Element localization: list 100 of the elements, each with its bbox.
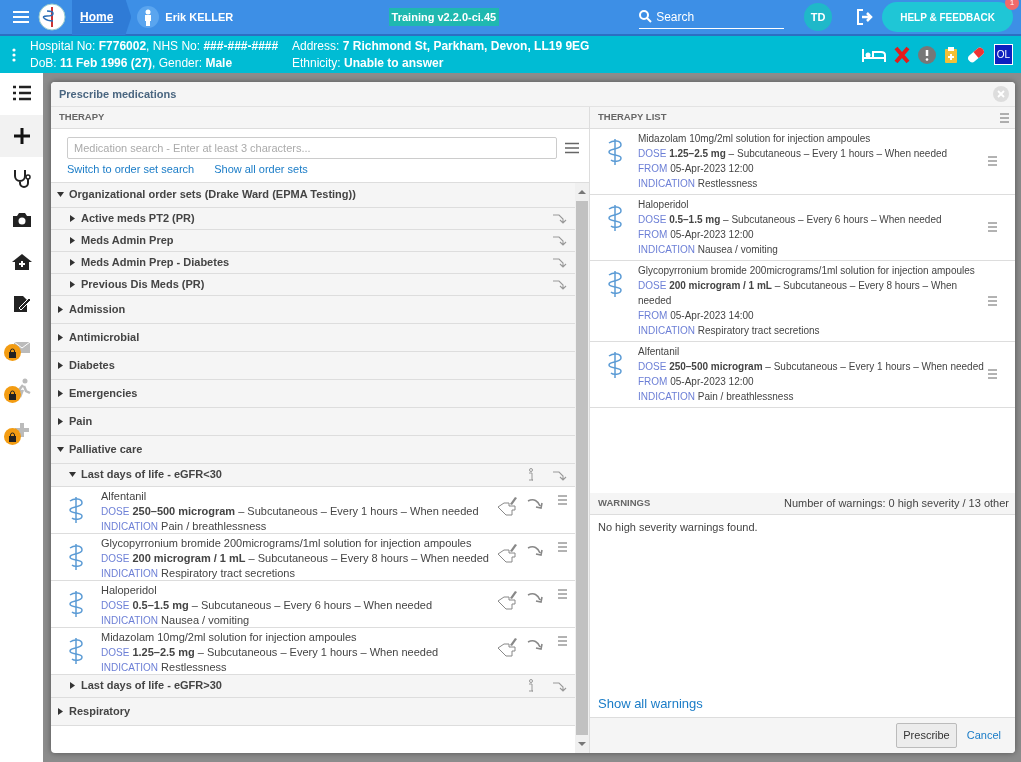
caret-icon[interactable] [57, 305, 64, 313]
info-icon[interactable] [527, 468, 535, 481]
bed-icon [861, 46, 886, 63]
patient-detail: Hospital No: F776002, NHS No: ###-###-#### [30, 37, 280, 55]
section-header: WARNINGS [598, 496, 651, 511]
therapy-item[interactable]: Midazolam 10mg/2ml solution for injection ampoules DOSE 1.25–2.5 mg – Subcutaneous – Every 1 hours – When needed FROM 05-Apr-2023 12:00 INDICATION Restlessness [590, 129, 1015, 195]
medication-name: Haloperidol [638, 198, 690, 212]
medication-name: Haloperidol [101, 582, 158, 598]
patient-detail: Address: 7 Richmond St, Parkham, Devon, LL19 9EG [292, 37, 590, 55]
info-icon[interactable] [527, 679, 535, 692]
patient-detail: Ethnicity: Unable to answer [292, 54, 445, 72]
therapy-item[interactable]: Haloperidol DOSE 0.5–1.5 mg – Subcutaneous – Every 6 hours – When needed FROM 05-Apr-2023 12:00 INDICATION Nausea / vomiting [590, 195, 1015, 261]
home-link[interactable]: Home [72, 0, 132, 35]
dose-text: DOSE 0.5–1.5 mg – Subcutaneous – Every 6 hours – When needed [638, 213, 943, 227]
environment-label: Training v2.2.0-ci.45 [388, 7, 500, 27]
medication-name: Glycopyrronium bromide 200micrograms/1ml solution for injection ampoules [638, 264, 976, 278]
alert-icon [917, 45, 936, 64]
curved-arrow-icon[interactable] [551, 256, 567, 268]
more-icon[interactable] [12, 47, 16, 62]
dose-text: DOSE 250–500 microgram – Subcutaneous – Every 1 hours – When needed [638, 360, 984, 374]
dose-text: DOSE 1.25–2.5 mg – Subcutaneous – Every 1 hours – When needed [638, 147, 949, 161]
logout-icon[interactable] [856, 9, 875, 25]
modal-title: Prescribe medications [59, 86, 177, 102]
nav-icon [10, 210, 33, 230]
medication-name: Alfentanil [638, 345, 681, 359]
nav-icon [10, 252, 33, 272]
indication-text: INDICATION Respiratory tract secretions [101, 565, 296, 581]
section-header: THERAPY [59, 110, 105, 125]
dose-text: DOSE 250–500 microgram – Subcutaneous – Every 1 hours – When needed [101, 503, 480, 519]
curved-arrow-icon[interactable] [551, 212, 567, 224]
scrollbar-thumb[interactable] [576, 200, 588, 735]
medication-name: Midazolam 10mg/2ml solution for injection ampoules [638, 132, 872, 146]
cancel-link[interactable]: Cancel [966, 727, 1001, 744]
indication-text: INDICATION Restlessness [638, 177, 759, 191]
caret-icon[interactable] [57, 707, 64, 715]
indication-text: INDICATION Nausea / vomiting [638, 243, 779, 257]
warnings-count: Number of warnings: 0 high severity / 13 other [784, 496, 1009, 512]
medication-row[interactable]: Alfentanil DOSE 250–500 microgram – Subcutaneous – Every 1 hours – When needed INDICATION Pain / breathlessness [51, 486, 575, 534]
search-icon [639, 10, 653, 23]
medication-name: Midazolam 10mg/2ml solution for injection ampoules [101, 629, 358, 645]
caret-icon[interactable] [57, 389, 64, 397]
indication-text: INDICATION Restlessness [101, 659, 228, 675]
allergy-badge: OL [993, 44, 1013, 65]
scroll-up-icon[interactable] [578, 187, 586, 196]
curved-arrow-icon[interactable] [551, 234, 567, 246]
dose-text: DOSE 1.25–2.5 mg – Subcutaneous – Every 1 hours – When needed [101, 644, 440, 660]
sidebar-item[interactable] [0, 115, 43, 157]
patient-name: Erik KELLER [165, 9, 234, 25]
lock-icon [4, 344, 21, 361]
caret-icon[interactable] [57, 333, 64, 341]
warning-message: No high severity warnings found. [598, 520, 759, 535]
link[interactable]: Show all order sets [214, 161, 308, 178]
prescribe-button[interactable]: Prescribe [896, 723, 957, 748]
caret-icon[interactable] [69, 471, 76, 478]
section-header: THERAPY LIST [598, 110, 667, 125]
medication-row[interactable]: Midazolam 10mg/2ml solution for injection ampoules DOSE 1.25–2.5 mg – Subcutaneous – Every 1 hours – When needed INDICATION Restlessness [51, 627, 575, 675]
caret-icon[interactable] [69, 280, 76, 288]
logo-icon[interactable] [38, 3, 66, 31]
hand-pen-icon[interactable] [496, 494, 518, 517]
caret-icon[interactable] [69, 682, 76, 689]
link[interactable]: Switch to order set search [67, 161, 195, 178]
hand-pen-icon[interactable] [496, 588, 518, 611]
indication-text: INDICATION Respiratory tract secretions [638, 324, 821, 338]
start-date-text: FROM 05-Apr-2023 12:00 [638, 228, 755, 242]
hand-pen-icon[interactable] [496, 541, 518, 564]
caret-icon[interactable] [69, 236, 76, 244]
patient-detail: DoB: 11 Feb 1996 (27), Gender: Male [30, 54, 234, 72]
lock-icon [4, 428, 21, 445]
caret-icon[interactable] [57, 361, 64, 369]
notification-badge: 1 [1005, 0, 1019, 10]
lock-icon [4, 386, 21, 403]
caret-icon[interactable] [69, 214, 76, 222]
clipboard-icon [943, 45, 958, 64]
caret-icon[interactable] [57, 417, 64, 425]
medication-name: Alfentanil [101, 488, 148, 504]
start-date-text: FROM 05-Apr-2023 12:00 [638, 375, 755, 389]
person-icon [137, 6, 160, 28]
cross-icon [893, 45, 910, 64]
hand-pen-icon[interactable] [496, 635, 518, 658]
scroll-down-icon[interactable] [578, 740, 586, 748]
medication-search-field[interactable]: Medication search - Enter at least 3 characters... [67, 137, 557, 159]
dose-text: DOSE 200 microgram / 1 mL – Subcutaneous – Every 8 hours – When needed [638, 279, 959, 308]
medication-row[interactable]: Glycopyrronium bromide 200micrograms/1ml solution for injection ampoules DOSE 200 microgram / 1 mL – Subcutaneous – Every 8 hours – When needed INDICATION Respiratory tract secretions [51, 533, 575, 581]
indication-text: INDICATION Pain / breathlessness [638, 390, 795, 404]
menu-icon[interactable] [565, 142, 579, 154]
curved-arrow-icon[interactable] [551, 468, 567, 481]
start-date-text: FROM 05-Apr-2023 12:00 [638, 162, 755, 176]
medication-row[interactable]: Haloperidol DOSE 0.5–1.5 mg – Subcutaneous – Every 6 hours – When needed INDICATION Nausea / vomiting [51, 580, 575, 628]
caret-icon[interactable] [69, 258, 76, 266]
medication-name: Glycopyrronium bromide 200micrograms/1ml solution for injection ampoules [101, 535, 473, 551]
caret-icon[interactable] [57, 445, 64, 453]
indication-text: INDICATION Pain / breathlessness [101, 518, 268, 534]
caret-icon[interactable] [57, 191, 64, 198]
curved-arrow-icon[interactable] [551, 278, 567, 290]
menu-icon[interactable] [12, 9, 30, 25]
indication-text: INDICATION Nausea / vomiting [101, 612, 251, 628]
curved-arrow-icon[interactable] [551, 679, 567, 692]
show-warnings-link[interactable]: Show all warnings [598, 693, 1007, 713]
therapy-item[interactable]: Alfentanil DOSE 250–500 microgram – Subcutaneous – Every 1 hours – When needed FROM 05-Apr-2023 12:00 INDICATION Pain / breathlessness [590, 342, 1015, 408]
dose-text: DOSE 200 microgram / 1 mL – Subcutaneous – Every 8 hours – When needed [101, 550, 490, 566]
